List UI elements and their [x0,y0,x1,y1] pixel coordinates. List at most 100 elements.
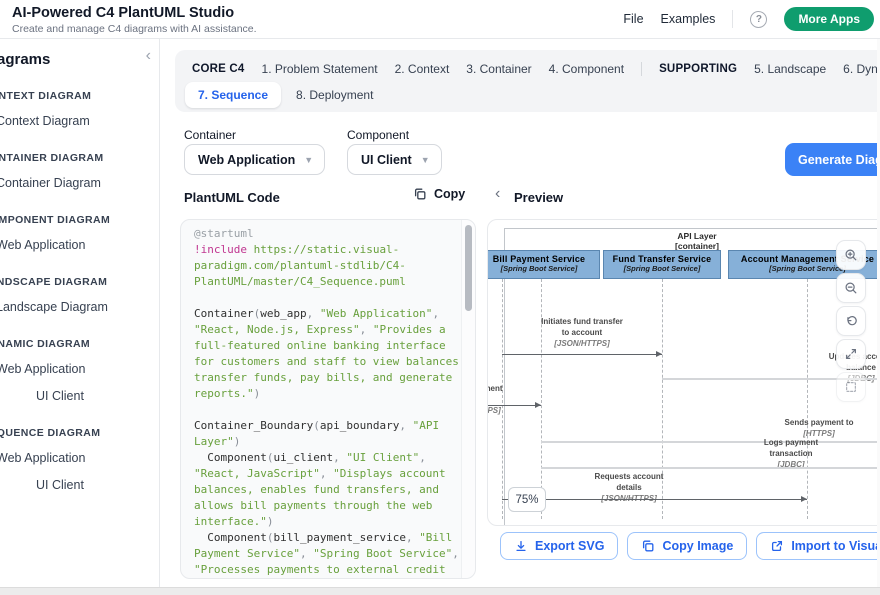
chevron-down-icon: ▼ [304,155,313,165]
tab-strip: CORE C4 1. Problem Statement 2. Context 3. … [175,50,880,112]
container-label: Container [184,128,236,142]
message-label: Sends payment for bill[JSON/HTTPS] [487,383,553,416]
message-label: Sends payment to[HTTPS] [739,417,880,439]
sidebar-section-header: DYNAMIC DIAGRAM [0,333,160,355]
message-text: Requests account details [549,471,709,493]
sidebar-item-ui-client[interactable]: UI Client [0,382,160,409]
zoom-level-badge: 75% [508,487,546,512]
sidebar-item-web-application[interactable]: Web Application [0,231,160,258]
tab-row-sub: 7. Sequence 8. Deployment [185,82,373,108]
copy-image-button[interactable]: Copy Image [627,532,747,560]
menu-examples[interactable]: Examples [661,12,716,26]
tab-1-problem-statement[interactable]: 1. Problem Statement [262,62,378,76]
participant-tech: [Spring Boot Service] [604,264,720,273]
tab-4-component[interactable]: 4. Component [549,62,624,76]
sidebar-section-header: CONTEXT DIAGRAM [0,85,160,107]
chevron-left-icon[interactable]: ‹ [146,48,151,64]
copy-label: Copy [434,187,465,201]
tab-8-deployment[interactable]: 8. Deployment [296,88,373,102]
message-text: Sends payment for bill [487,383,553,405]
export-svg-button[interactable]: Export SVG [500,532,618,560]
participant-name: Fund Transfer Service [604,254,720,264]
sidebar-title: Diagrams [0,47,160,72]
fit-icon[interactable] [836,372,866,402]
code-scrollbar[interactable] [461,220,475,578]
tab-group-supporting: SUPPORTING [659,63,737,75]
message-label: Initiates fund transfer to account[JSON/… [507,316,657,349]
arrowhead-icon [535,402,541,408]
sidebar-section-component-diagram: COMPONENT DIAGRAMWeb Application [0,209,160,258]
sidebar-section-context-diagram: CONTEXT DIAGRAMContext Diagram [0,85,160,134]
import-to-visual-paradigm-button[interactable]: Import to Visual Paradigm [756,532,880,560]
sidebar-section-header: COMPONENT DIAGRAM [0,209,160,231]
arrowhead-icon [801,496,807,502]
container-select[interactable]: Web Application ▼ [184,144,325,175]
component-select[interactable]: UI Client ▼ [347,144,442,175]
code-line: @startuml [194,226,466,242]
chevron-down-icon: ▼ [421,155,430,165]
container-select-value: Web Application [198,153,295,167]
message-protocol: [JSON/HTTPS] [507,338,657,349]
zoom-out-icon [844,281,858,295]
message-line [502,499,807,500]
plantuml-code-panel[interactable]: @startuml!include https://static.visual-… [180,219,476,579]
tab-6-dynamic[interactable]: 6. Dynamic [843,62,880,76]
reset-icon[interactable] [836,306,866,336]
sidebar-item-web-application[interactable]: Web Application [0,355,160,382]
horizontal-scrollbar[interactable] [0,587,880,595]
more-apps-button[interactable]: More Apps [784,7,874,31]
message-line [502,354,662,355]
button-label: Import to Visual Paradigm [791,539,880,553]
message-text: Sends payment to [739,417,880,428]
button-label: Copy Image [662,539,733,553]
component-label: Component [347,128,409,142]
sidebar-item-container-diagram[interactable]: Container Diagram [0,169,160,196]
arrowhead-icon [656,351,662,357]
main-content: CORE C4 1. Problem Statement 2. Context 3. … [161,39,880,587]
copy-code-button[interactable]: Copy [413,187,465,201]
sidebar-section-dynamic-diagram: DYNAMIC DIAGRAMWeb ApplicationUI Client [0,333,160,409]
tab-7-sequence[interactable]: 7. Sequence [185,82,281,108]
code-line: Container_Boundary(api_boundary, "API La… [194,418,466,450]
generate-diagram-button[interactable]: Generate Diagram [785,143,880,176]
code-editor[interactable]: @startuml!include https://static.visual-… [194,226,466,579]
tab-3-container[interactable]: 3. Container [466,62,531,76]
sidebar-section-sequence-diagram: SEQUENCE DIAGRAMWeb ApplicationUI Client [0,422,160,498]
zoom-in-icon[interactable] [836,240,866,270]
tab-group-core-c4: CORE C4 [192,63,245,75]
code-line: Container(web_app, "Web Application", "R… [194,306,466,402]
message-line [487,405,541,406]
participant-fund-transfer-service: Fund Transfer Service[Spring Boot Servic… [603,250,721,279]
tab-2-context[interactable]: 2. Context [395,62,450,76]
participant-tech: [Spring Boot Service] [487,264,599,273]
participant-name: Bill Payment Service [487,254,599,264]
message-protocol: [JSON/HTTPS] [487,405,553,416]
header-menu: File Examples ? More Apps [623,0,874,38]
sidebar-item-landscape-diagram[interactable]: Landscape Diagram [0,293,160,320]
sidebar-section-landscape-diagram: LANDSCAPE DIAGRAMLandscape Diagram [0,271,160,320]
sidebar-item-context-diagram[interactable]: Context Diagram [0,107,160,134]
code-line: Component(ui_client, "UI Client", "React… [194,450,466,530]
help-circle-icon[interactable]: ? [750,11,767,28]
zoom-in-icon [844,248,858,262]
diagram-preview-panel[interactable]: API Layer [container] 75% Bill Payment S… [487,219,880,526]
sidebar-section-header: CONTAINER DIAGRAM [0,147,160,169]
tab-5-landscape[interactable]: 5. Landscape [754,62,826,76]
sidebar-section-container-diagram: CONTAINER DIAGRAMContainer Diagram [0,147,160,196]
app-header: AI-Powered C4 PlantUML Studio Create and… [0,0,880,39]
fullscreen-icon[interactable] [836,339,866,369]
code-line [194,290,466,306]
code-scrollbar-thumb[interactable] [465,225,472,311]
app-subtitle: Create and manage C4 diagrams with AI as… [12,23,257,35]
menu-file[interactable]: File [623,12,643,26]
participant-bill-payment-service: Bill Payment Service[Spring Boot Service… [487,250,600,279]
external-link-icon [770,539,784,553]
message-line [541,467,880,469]
sidebar-item-web-application[interactable]: Web Application [0,444,160,471]
fit-icon [844,380,858,394]
preview-title: Preview [514,190,563,205]
chevron-left-icon[interactable]: ‹ [495,186,500,202]
sidebar-section-header: SEQUENCE DIAGRAM [0,422,160,444]
zoom-out-icon[interactable] [836,273,866,303]
sidebar-item-ui-client[interactable]: UI Client [0,471,160,498]
